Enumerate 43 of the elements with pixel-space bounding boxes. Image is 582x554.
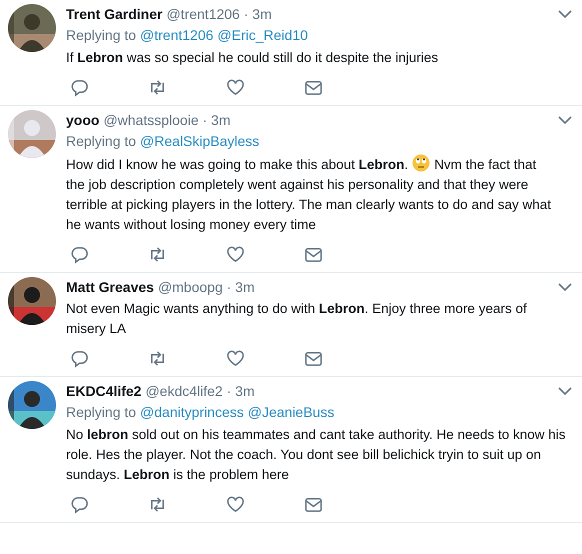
retweet-icon[interactable] (148, 495, 167, 514)
reply-icon[interactable] (70, 349, 89, 368)
chevron-down-icon[interactable] (558, 282, 572, 292)
heart-icon[interactable] (226, 78, 245, 97)
user-handle: @mboopg · 3m (158, 279, 255, 295)
mention-link[interactable]: @Eric_Reid10 (217, 24, 308, 46)
user-handle: @ekdc4life2 · 3m (145, 383, 255, 399)
heart-icon[interactable] (226, 349, 245, 368)
message-icon[interactable] (304, 349, 323, 368)
user-name[interactable]: yooo (66, 112, 100, 128)
mention-link[interactable]: @trent1206 (140, 24, 214, 46)
tweet-text: Nvm the fact that (434, 157, 536, 172)
reply-icon[interactable] (70, 495, 89, 514)
heart-icon[interactable] (226, 245, 245, 264)
message-icon[interactable] (304, 78, 323, 97)
rolling-eyes-emoji-icon (412, 154, 430, 172)
chevron-down-icon[interactable] (558, 9, 572, 19)
message-icon[interactable] (304, 495, 323, 514)
tweet-text: How did I know he was going to make this about Lebron. (66, 157, 408, 172)
user-handle: @whatssplooie · 3m (103, 112, 230, 128)
retweet-icon[interactable] (148, 349, 167, 368)
heart-icon[interactable] (226, 495, 245, 514)
tweet-text: Not even Magic wants anything to do with Lebron. Enjoy three more years of misery LA (66, 301, 527, 336)
user-name[interactable]: Matt Greaves (66, 279, 154, 295)
mention-link[interactable]: @danityprincess (140, 401, 244, 423)
replying-label: Replying to (66, 403, 136, 422)
tweet-text: No lebron sold out on his teammates and cant take authority. He needs to know his role. Hes the player. Not the coach. You dont see bill belichick tryin to suit up on sundays. Lebron is the problem here (66, 427, 566, 482)
user-name[interactable]: Trent Gardiner (66, 6, 162, 22)
replying-label: Replying to (66, 132, 136, 151)
replying-label: Replying to (66, 26, 136, 45)
mention-link[interactable]: @JeanieBuss (248, 401, 334, 423)
mention-link[interactable]: @RealSkipBayless (140, 130, 260, 152)
reply-icon[interactable] (70, 78, 89, 97)
tweet-text: the job description completely went against his personality and that they were terrible at picking players in the lottery. The man clearly wants to do and say what he wants without losing money every time (66, 176, 552, 234)
chevron-down-icon[interactable] (558, 115, 572, 125)
user-handle: @trent1206 · 3m (166, 6, 272, 22)
retweet-icon[interactable] (148, 245, 167, 264)
reply-icon[interactable] (70, 245, 89, 264)
retweet-icon[interactable] (148, 78, 167, 97)
chevron-down-icon[interactable] (558, 386, 572, 396)
user-name[interactable]: EKDC4life2 (66, 383, 142, 399)
message-icon[interactable] (304, 245, 323, 264)
tweet-text: If Lebron was so special he could still do it despite the injuries (66, 50, 438, 65)
